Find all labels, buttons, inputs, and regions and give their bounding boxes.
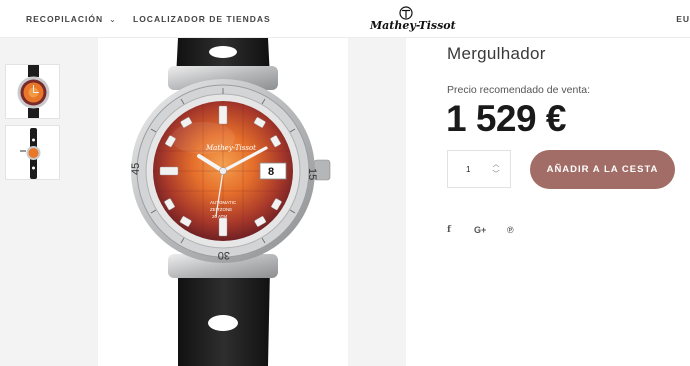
main-product-image[interactable]: 45 15 30 8 Mathey-Tissot AUTOMATIC ZEITZ… [98,38,348,366]
dial-text-line3: 20 ATM [212,214,227,219]
facebook-icon[interactable]: f [447,225,451,235]
product-info-panel: Mergulhador Precio recomendado de venta:… [406,38,690,366]
product-price: 1 529 € [446,98,566,139]
dial-text-line1: AUTOMATIC [210,200,237,205]
logo-text: Mathey-Tissot [370,19,456,32]
thumbnail-side[interactable] [5,125,60,180]
dial-text-line2: ZEITZONE [210,207,232,212]
orange-dial-diver-watch-image: 45 15 30 8 Mathey-Tissot AUTOMATIC ZEITZ… [130,38,331,366]
chevron-down-icon: ⌄ [109,15,117,24]
nav-store-locator[interactable]: LOCALIZADOR DE TIENDAS [133,14,271,24]
thumbnail-gallery [0,38,98,366]
chevron-down-icon[interactable]: ﹀ [490,170,502,180]
pinterest-icon[interactable]: ℗ [507,225,514,235]
bezel-30-label: 30 [218,249,230,261]
bezel-45-label: 45 [130,163,142,175]
nav-recopilacion-label: RECOPILACIÓN [26,14,104,24]
quantity-input[interactable]: 1 [466,165,470,174]
language-selector[interactable]: EU [676,14,690,24]
nav-store-locator-label: LOCALIZADOR DE TIENDAS [133,14,271,24]
logo-mark-icon [399,6,413,20]
price-label: Precio recomendado de venta: [447,84,591,96]
add-to-cart-button[interactable]: AÑADIR A LA CESTA [530,150,675,189]
thumbnail-front[interactable] [5,64,60,119]
brand-logo[interactable]: Mathey-Tissot [370,6,456,34]
bezel-15-label: 15 [306,168,318,180]
chevron-up-icon[interactable]: ︿ [490,160,502,170]
date-window-value: 8 [268,166,274,178]
watch-side-thumbnail-image [20,128,41,179]
nav-recopilacion[interactable]: RECOPILACIÓN ⌄ [26,14,117,24]
gallery-spacer [348,38,406,366]
quantity-stepper[interactable]: 1 ︿ ﹀ [447,150,511,188]
site-header: RECOPILACIÓN ⌄ LOCALIZADOR DE TIENDAS Mat… [0,0,690,38]
watch-front-thumbnail-image [17,65,50,118]
product-title: Mergulhador [447,44,546,63]
google-plus-icon[interactable]: G+ [474,225,486,235]
